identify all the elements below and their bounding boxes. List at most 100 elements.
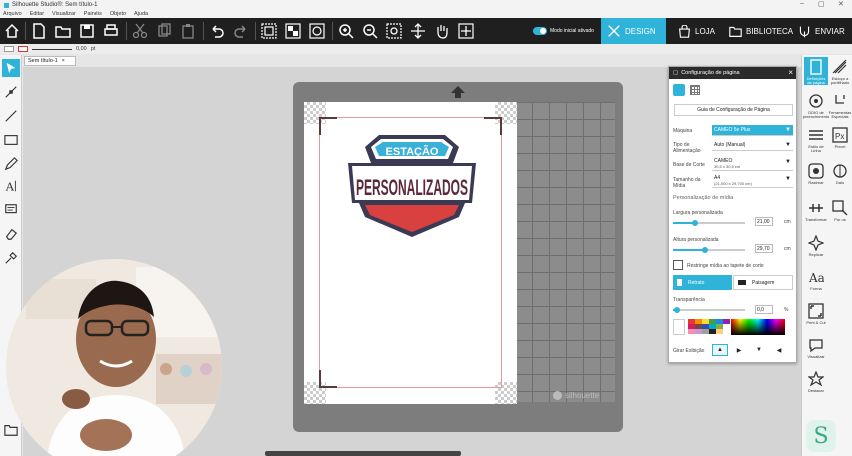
transparencia-input[interactable]: 0,0 — [755, 305, 773, 314]
sketch-tool[interactable]: Esboço a pontilhado — [828, 59, 852, 85]
print-button[interactable] — [101, 21, 121, 41]
home-button[interactable] — [2, 21, 22, 41]
menu-visualizar[interactable]: Visualizar — [52, 11, 76, 17]
zoom-out-button[interactable] — [360, 21, 380, 41]
eraser-tool[interactable] — [2, 225, 20, 243]
undo-icon — [212, 25, 224, 38]
menu-objeto[interactable]: Objeto — [110, 11, 126, 17]
line-style-tool[interactable]: Estilo de Linha — [804, 127, 828, 153]
maximize-icon[interactable]: ▢ — [818, 0, 825, 8]
save-icon — [80, 24, 94, 38]
redo-button[interactable] — [231, 21, 251, 41]
font-icon: Aa — [808, 271, 824, 285]
largura-slider-knob[interactable] — [691, 220, 698, 226]
trace-tool[interactable]: Rastrear — [804, 163, 828, 185]
rt-label-12: Print & Cut — [806, 320, 826, 325]
store-tab-button[interactable]: LOJA — [678, 18, 715, 44]
color-palette[interactable] — [688, 319, 730, 335]
fill-tool[interactable]: DDIO de preenchimento — [803, 93, 829, 119]
eyedropper-tool[interactable] — [2, 249, 20, 267]
page-color-swatch[interactable] — [673, 319, 685, 335]
line-width-value[interactable]: 0,00 — [76, 46, 87, 52]
design-tab-button[interactable]: DESIGN — [601, 18, 666, 44]
nesting-tool[interactable]: Por us — [828, 200, 852, 222]
menu-ajuda[interactable]: Ajuda — [134, 11, 148, 17]
ungroup-button[interactable] — [283, 21, 303, 41]
select-tool[interactable] — [2, 59, 20, 77]
draw-tool[interactable] — [2, 155, 20, 173]
minimize-icon[interactable]: – — [800, 0, 804, 7]
comment-tool[interactable] — [2, 201, 20, 219]
paste-button[interactable] — [178, 21, 198, 41]
largura-input[interactable]: 21,00 — [755, 217, 773, 226]
paisagem-button[interactable]: Paisagem — [733, 275, 793, 290]
rt-label-13: Visualizar — [807, 354, 825, 359]
horizontal-scrollbar[interactable] — [265, 451, 461, 456]
altura-slider[interactable] — [673, 247, 745, 253]
altura-input[interactable]: 29,70 — [755, 244, 773, 253]
line-color-swatch[interactable] — [18, 46, 28, 52]
modo-inicial-toggle[interactable]: Modo inicial ativado — [533, 18, 594, 44]
cut-button[interactable] — [130, 21, 150, 41]
pixscan-tool[interactable]: Px Pixcel — [828, 127, 852, 149]
menu-paineis[interactable]: Painéis — [84, 11, 102, 17]
page-tab-icon[interactable] — [673, 84, 685, 96]
estacao-logo[interactable]: ESTAÇÃO PERSONALIZADOS — [345, 133, 479, 241]
text-tool[interactable]: A — [2, 177, 20, 195]
font-tool[interactable]: Aa Forma — [804, 269, 828, 291]
compound-path-button[interactable] — [307, 21, 327, 41]
close-tab-icon[interactable]: × — [62, 58, 65, 64]
fit-page-button[interactable] — [408, 21, 428, 41]
guide-button[interactable]: Guia de Configuração de Página — [674, 104, 793, 116]
save-button[interactable] — [77, 21, 97, 41]
replicate-tool[interactable]: Replicar — [804, 235, 828, 257]
transform-tool[interactable]: Transformar — [804, 200, 828, 222]
close-window-icon[interactable]: ✕ — [838, 0, 844, 8]
send-tab-button[interactable]: ENVIAR — [798, 18, 845, 44]
line-style-select[interactable] — [32, 48, 72, 50]
rotate-90-button[interactable]: ▶ — [732, 344, 746, 356]
rotate-180-button[interactable]: ▼ — [752, 344, 766, 356]
preview-tool[interactable]: Visualizar — [804, 337, 828, 359]
rectangle-tool[interactable] — [2, 131, 20, 149]
transparencia-slider-knob[interactable] — [673, 307, 680, 313]
largura-slider[interactable] — [673, 220, 745, 226]
point-edit-tool[interactable] — [2, 83, 20, 101]
highlight-tool[interactable]: Destacar — [804, 371, 828, 393]
altura-slider-knob[interactable] — [702, 247, 709, 253]
undo-button[interactable] — [207, 21, 227, 41]
library-folder-tool[interactable] — [2, 421, 20, 439]
panel-close-icon[interactable]: × — [788, 68, 793, 77]
menu-arquivo[interactable]: Arquivo — [3, 11, 22, 17]
base-select[interactable]: CAMEO 30,5 x 30,5 cm ▼ — [712, 157, 793, 171]
zoom-select-button[interactable] — [384, 21, 404, 41]
move-view-button[interactable] — [456, 21, 476, 41]
color-spectrum[interactable] — [731, 319, 785, 335]
restringe-checkbox[interactable] — [673, 260, 683, 270]
grid-tab-icon[interactable] — [690, 85, 700, 95]
special-tools[interactable]: Ferramentas Especiais — [828, 93, 852, 119]
maquina-select[interactable]: CAMEO 5e Plus ▼ — [712, 125, 793, 136]
menu-editar[interactable]: Editar — [30, 11, 44, 17]
document-tab[interactable]: Sem título-1 × — [24, 56, 76, 66]
line-tool[interactable] — [2, 107, 20, 125]
tamanho-select[interactable]: A4 (21,000 x 29,700 cm) ▼ — [712, 174, 793, 188]
page-setup-tool[interactable]: Definições da página — [804, 57, 828, 85]
alimentacao-select[interactable]: Auto (Manual) ▼ — [712, 140, 793, 151]
new-document-button[interactable] — [29, 21, 49, 41]
zoom-in-button[interactable] — [336, 21, 356, 41]
copy-button[interactable] — [154, 21, 174, 41]
pan-button[interactable] — [432, 21, 452, 41]
retrato-button[interactable]: Retrato — [673, 275, 732, 290]
library-tab-button[interactable]: BIBLIOTECA — [729, 18, 793, 44]
print-cut-tool[interactable]: Print & Cut — [804, 303, 828, 325]
open-button[interactable] — [53, 21, 73, 41]
transparencia-slider[interactable] — [673, 307, 745, 313]
send-icon — [799, 26, 810, 37]
fill-color-swatch[interactable] — [4, 46, 14, 52]
group-button[interactable] — [259, 21, 279, 41]
toggle-switch[interactable] — [533, 27, 547, 35]
offset-tool[interactable]: Dalo — [828, 163, 852, 185]
rotate-270-button[interactable]: ◀ — [772, 344, 786, 356]
rotate-0-button[interactable]: ▲ — [712, 344, 728, 356]
